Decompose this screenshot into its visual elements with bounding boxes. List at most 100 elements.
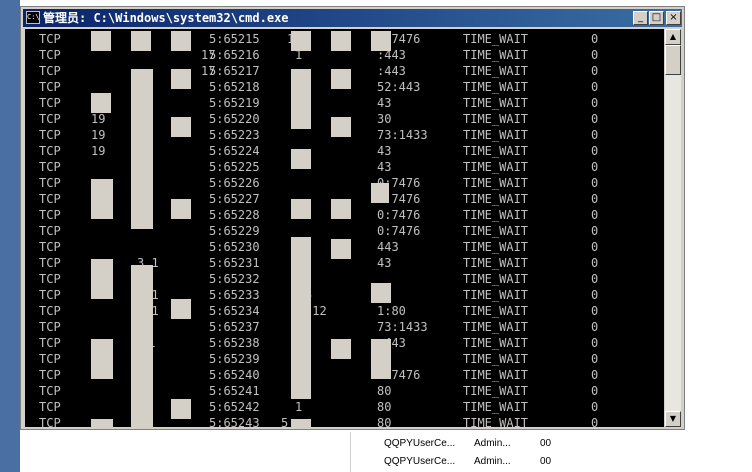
console-foreign: 1:80 — [377, 304, 406, 318]
console-state: TIME_WAIT — [463, 256, 529, 270]
console-state: TIME_WAIT — [463, 112, 529, 126]
console-foreign: 80 — [377, 400, 392, 414]
console-pid: 0 — [591, 256, 599, 270]
redaction-block — [291, 69, 311, 129]
console-pid: 0 — [591, 208, 599, 222]
console-proto: TCP — [39, 160, 61, 174]
scroll-up-icon[interactable]: ▲ — [665, 29, 681, 45]
redaction-block — [291, 419, 311, 427]
console-state: TIME_WAIT — [463, 48, 529, 62]
console-local: 5:65243 — [209, 416, 260, 427]
scroll-thumb[interactable] — [665, 45, 681, 75]
console-state: TIME_WAIT — [463, 160, 529, 174]
console-proto: TCP — [39, 256, 61, 270]
window-title: 管理员: C:\Windows\system32\cmd.exe — [43, 11, 289, 25]
redaction-block — [331, 199, 351, 219]
console-pid: 0 — [591, 64, 599, 78]
console-state: TIME_WAIT — [463, 272, 529, 286]
console-output[interactable]: TCP 5:65215 0:7476 TIME_WAIT 0 TCP 5:65216:443… — [25, 29, 664, 427]
redaction-block — [91, 31, 111, 51]
console-foreign: 43 — [377, 96, 392, 110]
console-proto: TCP — [39, 304, 61, 318]
redaction-block — [291, 199, 311, 219]
redaction-block — [331, 239, 351, 259]
console-state: TIME_WAIT — [463, 192, 529, 206]
console-foreign: 43 — [377, 144, 392, 158]
console-local: 5:65231 — [209, 256, 260, 270]
console-line: TCP 5:65226 0:7476 TIME_WAIT 0 — [25, 175, 664, 191]
console-proto: TCP — [39, 128, 61, 142]
console-proto: TCP — [39, 64, 61, 78]
console-state: TIME_WAIT — [463, 336, 529, 350]
console-foreign: 30 — [377, 112, 392, 126]
console-local: 5:65233 — [209, 288, 260, 302]
console-proto: TCP — [39, 48, 61, 62]
console-state: TIME_WAIT — [463, 32, 529, 46]
console-pid: 0 — [591, 192, 599, 206]
console-state: TIME_WAIT — [463, 80, 529, 94]
console-pid: 0 — [591, 304, 599, 318]
console-state: TIME_WAIT — [463, 368, 529, 382]
console-state: TIME_WAIT — [463, 144, 529, 158]
console-foreign: 52:443 — [377, 80, 421, 94]
console-proto: TCP — [39, 272, 61, 286]
console-pid: 0 — [591, 160, 599, 174]
console-line: TCP 5:65225 43 TIME_WAIT 0 — [25, 159, 664, 175]
console-local: 5:65218 — [209, 80, 260, 94]
console-icon[interactable]: C:\ — [26, 11, 40, 24]
redaction-block — [331, 117, 351, 137]
console-state: TIME_WAIT — [463, 176, 529, 190]
console-foreign: 73:1433 — [377, 128, 428, 142]
console-pid: 0 — [591, 112, 599, 126]
maximize-button[interactable]: □ — [649, 11, 664, 25]
console-proto: TCP — [39, 288, 61, 302]
console-proto: TCP — [39, 192, 61, 206]
console-proto: TCP — [39, 96, 61, 110]
redaction-block — [171, 299, 191, 319]
background-divider — [350, 432, 351, 472]
console-local: 5:65240 — [209, 368, 260, 382]
console-local: 5:65228 — [209, 208, 260, 222]
console-line: TCP 5:65237 73:1433 TIME_WAIT 0 — [25, 319, 664, 335]
console-proto: TCP — [39, 32, 61, 46]
vertical-scrollbar[interactable]: ▲ ▼ — [665, 29, 681, 427]
minimize-button[interactable]: _ — [633, 11, 648, 25]
console-state: TIME_WAIT — [463, 208, 529, 222]
console-local: 5:65217 — [209, 64, 260, 78]
console-proto: TCP — [39, 336, 61, 350]
scroll-down-icon[interactable]: ▼ — [665, 411, 681, 427]
title-bar[interactable]: C:\ 管理员: C:\Windows\system32\cmd.exe _ □… — [23, 9, 682, 27]
background-user: Admin... — [474, 438, 511, 449]
console-pid: 0 — [591, 128, 599, 142]
console-local: 5:65227 — [209, 192, 260, 206]
console-pid: 0 — [591, 288, 599, 302]
redaction-block — [371, 183, 389, 203]
console-local: 5:65215 — [209, 32, 260, 46]
console-proto: TCP — [39, 208, 61, 222]
console-line: TCP 5:65224 43 TIME_WAIT 0 — [25, 143, 664, 159]
redaction-block — [171, 199, 191, 219]
redaction-block — [371, 339, 391, 379]
cmd-window[interactable]: C:\ 管理员: C:\Windows\system32\cmd.exe _ □… — [20, 6, 685, 430]
console-pid: 0 — [591, 224, 599, 238]
redaction-block — [331, 69, 351, 89]
redaction-block — [91, 93, 111, 113]
console-local: 5:65239 — [209, 352, 260, 366]
console-local: 5:65219 — [209, 96, 260, 110]
console-local: 5:65226 — [209, 176, 260, 190]
console-proto: TCP — [39, 112, 61, 126]
console-foreign: 80 — [377, 384, 392, 398]
console-fragment: 1 — [295, 400, 303, 414]
background-name: QQPYUserCe... — [384, 456, 456, 467]
console-line: TCP 5:65242 80 TIME_WAIT 0 — [25, 399, 664, 415]
console-proto: TCP — [39, 240, 61, 254]
console-foreign: 80 — [377, 416, 392, 427]
console-proto: TCP — [39, 368, 61, 382]
console-foreign: 443 — [377, 240, 399, 254]
console-pid: 0 — [591, 144, 599, 158]
close-button[interactable]: × — [666, 11, 681, 25]
console-local: 5:65225 — [209, 160, 260, 174]
console-pid: 0 — [591, 320, 599, 334]
console-line: TCP 5:65240 0:7476 TIME_WAIT 0 — [25, 367, 664, 383]
console-state: TIME_WAIT — [463, 352, 529, 366]
